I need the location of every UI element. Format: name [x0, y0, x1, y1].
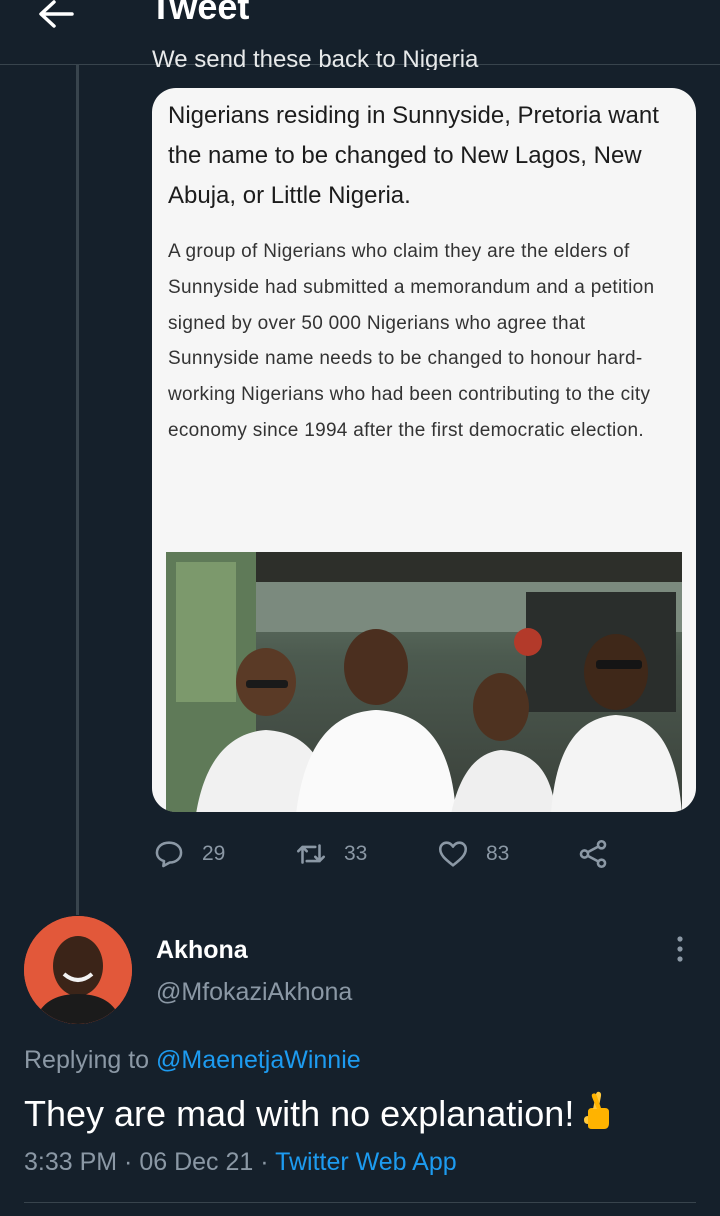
reply-icon	[155, 841, 183, 868]
like-button[interactable]: 83	[436, 832, 509, 876]
share-button[interactable]	[576, 832, 610, 876]
crossed-fingers-emoji	[580, 1090, 614, 1139]
display-name[interactable]: Akhona	[156, 936, 248, 965]
tweet-metadata: 3:33 PM · 06 Dec 21 · Twitter Web App	[24, 1148, 457, 1176]
article-headline: Nigerians residing in Sunnyside, Pretori…	[168, 102, 659, 209]
user-handle[interactable]: @MfokaziAkhona	[156, 978, 352, 1007]
tweet-date: 06 Dec 21	[139, 1148, 254, 1176]
reply-button[interactable]: 29	[152, 832, 225, 876]
share-icon	[579, 839, 607, 869]
tweet-text-content: They are mad with no explanation!	[24, 1093, 575, 1134]
tweet-source-link[interactable]: Twitter Web App	[275, 1148, 457, 1176]
divider	[24, 1202, 696, 1203]
group-photo	[166, 552, 682, 812]
tweet-text: They are mad with no explanation!	[24, 1090, 614, 1139]
more-options-icon[interactable]	[668, 934, 692, 964]
reply-count: 29	[202, 842, 226, 865]
replying-to-link[interactable]: @MaenetjaWinnie	[156, 1046, 361, 1074]
tweet-action-bar: 29 33 83	[152, 832, 632, 876]
replying-to-line: Replying to @MaenetjaWinnie	[24, 1046, 361, 1075]
focused-reply-tweet: Akhona @MfokaziAkhona Replying to @Maene…	[0, 916, 720, 1216]
parent-tweet-text: We send these back to Nigeria	[152, 46, 479, 70]
back-arrow-icon[interactable]	[36, 0, 76, 30]
like-count: 83	[486, 842, 510, 865]
replying-prefix: Replying to	[24, 1046, 150, 1074]
tweet-image-card[interactable]: Nigerians residing in Sunnyside, Pretori…	[152, 88, 696, 812]
retweet-button[interactable]: 33	[294, 832, 367, 876]
thread-line	[76, 65, 79, 915]
avatar[interactable]	[24, 916, 132, 1024]
retweet-icon	[296, 844, 326, 864]
heart-icon	[438, 841, 468, 867]
page-title: Tweet	[150, 0, 250, 27]
retweet-count: 33	[344, 842, 368, 865]
tweet-time: 3:33 PM	[24, 1148, 118, 1176]
article-body: A group of Nigerians who claim they are …	[168, 241, 655, 441]
